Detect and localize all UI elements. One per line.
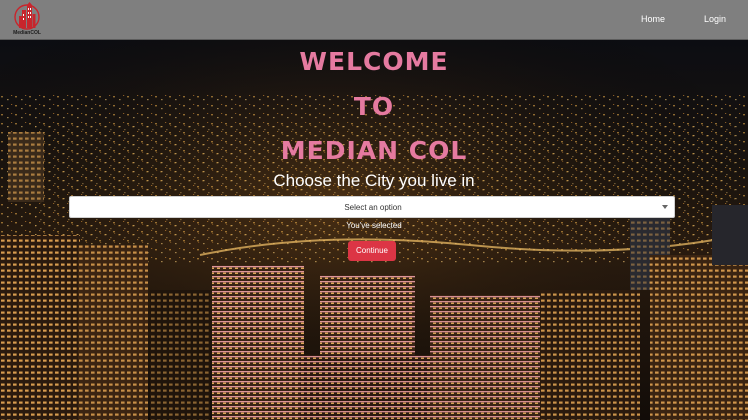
- site-logo[interactable]: MedianCOL: [10, 2, 44, 38]
- city-select[interactable]: Select an option: [69, 196, 675, 218]
- city-prompt: Choose the City you live in: [273, 171, 475, 190]
- navbar: MedianCOL Home Login: [0, 0, 748, 40]
- continue-button[interactable]: Continue: [348, 241, 396, 261]
- nav-login-link[interactable]: Login: [704, 14, 726, 24]
- nav-home-link[interactable]: Home: [641, 14, 665, 24]
- logo-text: MedianCOL: [13, 30, 41, 36]
- welcome-heading-line-3: MEDIAN COL: [280, 136, 468, 165]
- chevron-down-icon: [662, 205, 668, 209]
- welcome-heading-line-2: TO: [353, 92, 395, 121]
- selected-city-note: You've selected: [346, 221, 402, 230]
- city-select-value: Select an option: [344, 203, 402, 212]
- building-logo-icon: [14, 2, 40, 30]
- welcome-heading-line-1: WELCOME: [299, 47, 449, 76]
